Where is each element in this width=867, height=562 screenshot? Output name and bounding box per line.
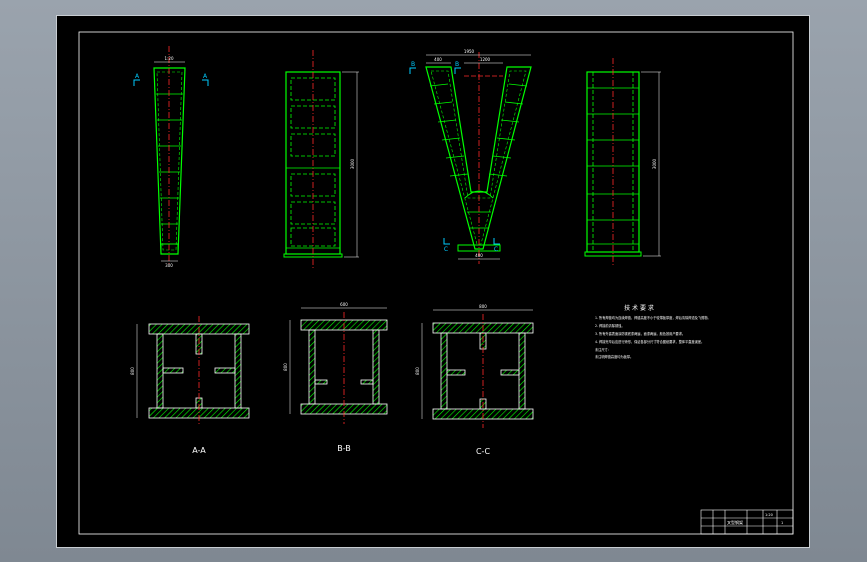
view1-dim-bottom: 300	[165, 263, 173, 268]
notes-item: 未注明焊缝高度均为板厚。	[595, 354, 633, 359]
section-c-dim-width: 800	[479, 304, 487, 309]
section-b-dim-height: 800	[283, 363, 288, 371]
section-a-a: 800 A-A	[130, 316, 250, 455]
view-tapered-column: 1:20 300 A A	[133, 46, 209, 268]
section-c-dim-height: 800	[415, 367, 420, 375]
view1-dim-top: 1:20	[165, 56, 174, 61]
cut-marker-c-1: C	[444, 246, 448, 253]
notes-title: 技 术 要 求	[624, 304, 654, 312]
section-c-c: 800 800 C-C	[415, 304, 534, 456]
cut-marker-c-2: C	[494, 246, 498, 253]
title-block	[700, 509, 794, 535]
title-block-scale: 1:20	[765, 513, 773, 517]
notes-item: 3. 所有外露表面涂防锈底漆两遍，面漆两遍，颜色按用户要求。	[595, 331, 685, 336]
title-block-name: 叉型钢架	[727, 519, 743, 525]
view2-dim-height: 3000	[350, 158, 355, 169]
view3-dim-top-inner: 1200	[480, 57, 491, 62]
view-front-column: 3000	[283, 50, 359, 268]
cut-marker-b-1: B	[411, 61, 415, 68]
cut-marker-b-2: B	[455, 61, 459, 68]
view-right-column: 3000	[584, 58, 661, 266]
notes-item: 未注尺寸：	[595, 347, 611, 352]
section-b-label: B-B	[337, 444, 351, 453]
section-b-b: 600 800 B-B	[283, 302, 388, 453]
drawing-frame	[78, 31, 794, 535]
view-v-fork: 1950 1200 400 400 B B C C	[409, 49, 532, 264]
drawing-sheet: 1:20 300 A A 3000 1950 1200 400 400 B B …	[56, 15, 810, 548]
section-a-label: A-A	[192, 446, 206, 455]
cut-marker-a-right: A	[203, 73, 208, 80]
section-c-label: C-C	[476, 447, 490, 456]
section-b-dim-width: 600	[340, 302, 348, 307]
view3-dim-top-left: 400	[434, 57, 442, 62]
section-a-dim-height: 800	[130, 367, 135, 375]
notes-item: 1. 所有焊缝均为连续焊缝，焊缝高度不小于较薄板厚度，焊后清除焊渣及飞溅物。	[595, 315, 711, 320]
view3-dim-bottom: 400	[475, 253, 483, 258]
view4-dim-height: 3000	[652, 158, 657, 169]
notes-item: 2. 焊接前清除锈蚀。	[595, 323, 625, 328]
cut-marker-a-left: A	[135, 73, 140, 80]
view3-dim-top-overall: 1950	[464, 49, 475, 54]
title-block-sheet: 1	[781, 521, 783, 525]
cad-drawing: 1:20 300 A A 3000 1950 1200 400 400 B B …	[78, 31, 794, 535]
technical-notes: 技 术 要 求 1. 所有焊缝均为连续焊缝，焊缝高度不小于较薄板厚度，焊后清除焊…	[595, 304, 711, 359]
notes-item: 4. 焊接完毕后应进行矫形，保证各部分尺寸符合图纸要求，整体平直度误差。	[595, 339, 704, 344]
